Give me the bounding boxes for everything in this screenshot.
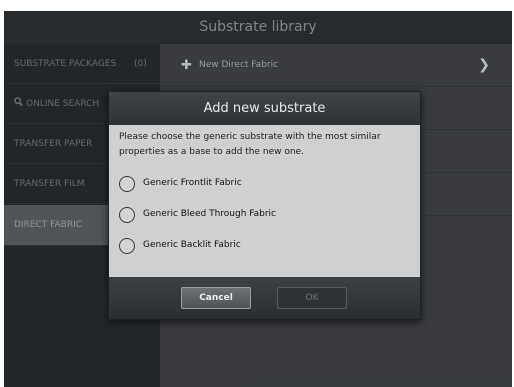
- app-screen: Substrate library SUBSTRATE PACKAGES (0)…: [4, 11, 512, 387]
- option-generic-backlit-fabric[interactable]: Generic Backlit Fabric: [119, 236, 409, 258]
- dialog-footer: Cancel OK: [109, 277, 420, 319]
- ok-button[interactable]: OK: [277, 287, 347, 309]
- dialog-title: Add new substrate: [109, 92, 420, 125]
- radio-button[interactable]: [119, 207, 135, 223]
- option-label: Generic Frontlit Fabric: [143, 178, 242, 188]
- cancel-button[interactable]: Cancel: [181, 287, 251, 309]
- radio-button[interactable]: [119, 176, 135, 192]
- add-substrate-dialog: Add new substrate Please choose the gene…: [108, 91, 421, 320]
- option-generic-bleed-through-fabric[interactable]: Generic Bleed Through Fabric: [119, 205, 409, 227]
- option-label: Generic Bleed Through Fabric: [143, 209, 277, 219]
- dialog-message: Please choose the generic substrate with…: [119, 132, 381, 157]
- option-label: Generic Backlit Fabric: [143, 240, 241, 250]
- option-generic-frontlit-fabric[interactable]: Generic Frontlit Fabric: [119, 174, 409, 196]
- radio-button[interactable]: [119, 238, 135, 254]
